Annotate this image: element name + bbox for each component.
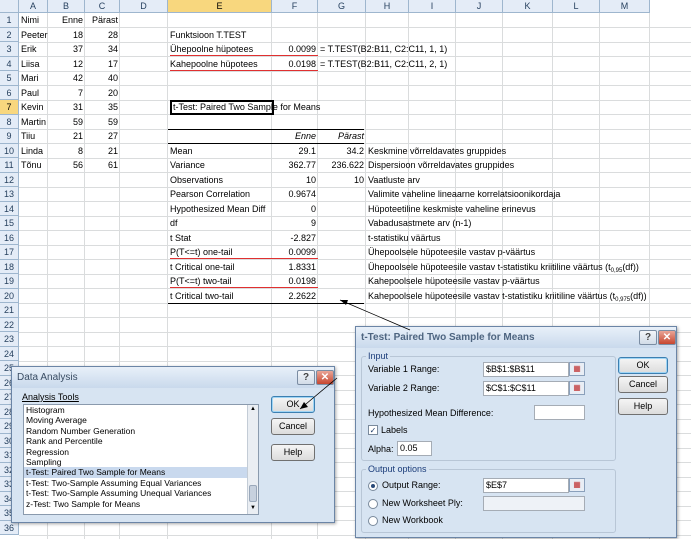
arrow-to-output xyxy=(339,299,411,331)
annotation-arrows xyxy=(299,299,411,410)
arrow-head xyxy=(340,300,348,305)
